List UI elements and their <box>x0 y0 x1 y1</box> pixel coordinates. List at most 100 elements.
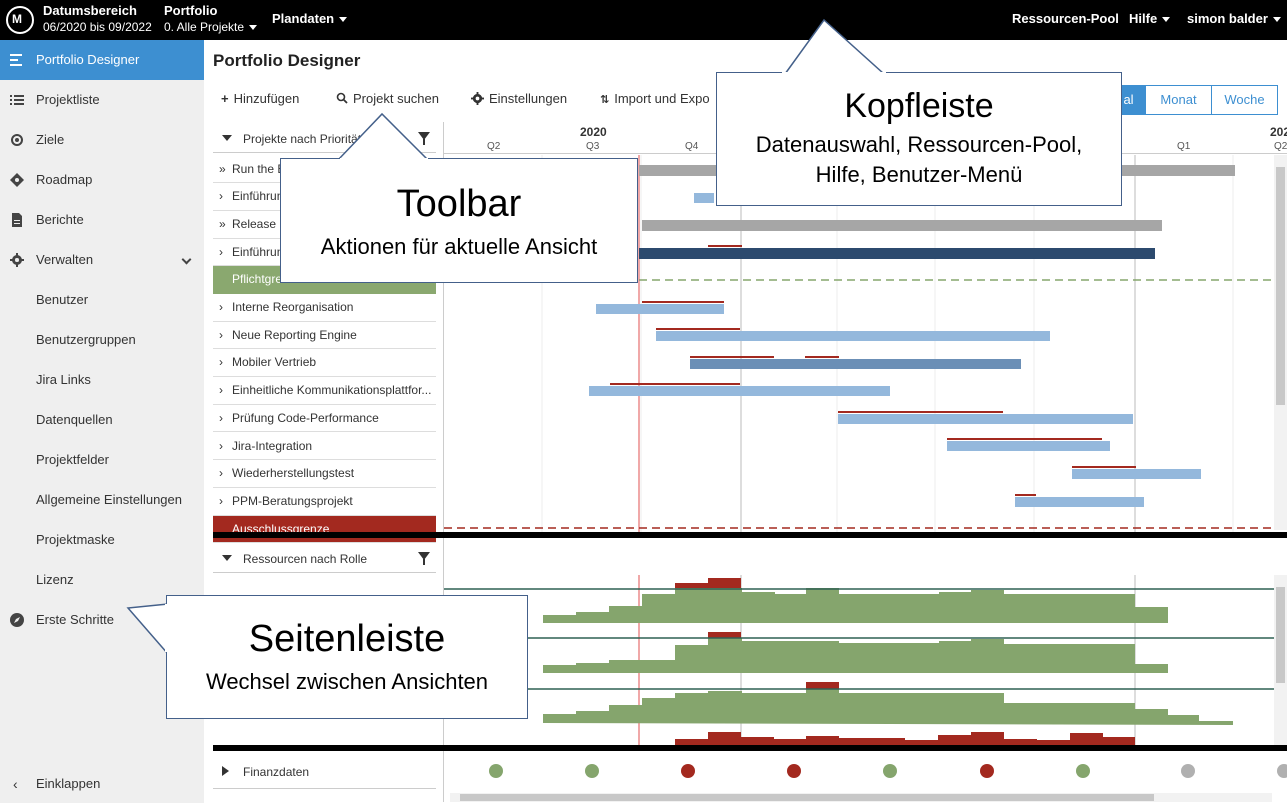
date-range-title: Datumsbereich <box>43 3 137 18</box>
pane-splitter[interactable] <box>213 532 1287 538</box>
double-chevron-right-icon[interactable]: » <box>219 211 226 238</box>
chevron-right-icon[interactable]: › <box>219 239 223 266</box>
user-name: simon balder <box>1187 11 1268 26</box>
finance-status-ok[interactable] <box>1076 764 1090 778</box>
chevron-right-icon[interactable]: › <box>219 322 223 349</box>
sidebar-item-allgemeine-einstellungen[interactable]: Allgemeine Einstellungen <box>0 480 204 520</box>
finance-status-none[interactable] <box>1181 764 1195 778</box>
gantt-bar-pruefung-code-performance[interactable] <box>838 414 1133 424</box>
sidebar-item-roadmap[interactable]: Roadmap <box>0 160 204 200</box>
gantt-bar-ppm-beratungsprojekt[interactable] <box>1015 497 1144 507</box>
horizontal-scrollbar-thumb[interactable] <box>460 794 1154 801</box>
sidebar-item-label: Erste Schritte <box>36 612 115 627</box>
chevron-right-icon[interactable]: › <box>219 405 223 432</box>
project-row[interactable]: › PPM-Beratungsprojekt <box>213 488 436 516</box>
chevron-right-icon[interactable]: › <box>219 349 223 376</box>
project-row[interactable]: › Prüfung Code-Performance <box>213 405 436 433</box>
project-row[interactable]: Ausschlussgrenze <box>213 515 436 544</box>
overload-marker <box>1015 494 1036 496</box>
user-menu[interactable]: simon balder <box>1187 11 1281 26</box>
project-row[interactable]: › Mobiler Vertrieb <box>213 349 436 378</box>
project-label: Wiederherstellungstest <box>232 466 355 481</box>
target-icon <box>11 134 23 146</box>
chevron-right-icon[interactable]: › <box>219 183 223 210</box>
sidebar-item-datenquellen[interactable]: Datenquellen <box>0 400 204 440</box>
sidebar-item-projektliste[interactable]: Projektliste <box>0 80 204 120</box>
add-button[interactable]: + Hinzufügen <box>221 91 299 106</box>
finance-status-warn[interactable] <box>980 764 994 778</box>
finance-status-ok[interactable] <box>585 764 599 778</box>
sidebar-item-benutzer[interactable]: Benutzer <box>0 280 204 320</box>
header-bar: M Datumsbereich 06/2020 bis 09/2022 Port… <box>0 0 1287 40</box>
gantt-bar-kommunikationsplattform[interactable] <box>589 386 890 396</box>
search-project-button[interactable]: Projekt suchen <box>336 91 439 106</box>
gantt-bar-neue-reporting-engine[interactable] <box>656 331 1050 341</box>
pane-splitter[interactable] <box>213 745 1287 751</box>
chevron-right-icon[interactable]: › <box>219 460 223 487</box>
gantt-bar-wiederherstellungstest[interactable] <box>1072 469 1201 479</box>
chevron-right-icon[interactable]: › <box>219 377 223 404</box>
gantt-bar-einfuehrung-1[interactable] <box>694 193 714 203</box>
chevron-down-icon <box>1162 17 1171 23</box>
sidebar-item-berichte[interactable]: Berichte <box>0 200 204 240</box>
sidebar-item-portfolio-designer[interactable]: Portfolio Designer <box>0 40 204 80</box>
project-label: Prüfung Code-Performance <box>232 410 379 425</box>
add-label: Hinzufügen <box>233 91 300 106</box>
hilfe-menu[interactable]: Hilfe <box>1129 11 1171 26</box>
overload-marker <box>1072 466 1136 468</box>
app-logo-icon[interactable]: M <box>6 6 34 34</box>
gantt-bar-interne-reorganisation[interactable] <box>596 304 724 314</box>
double-chevron-right-icon[interactable]: » <box>219 156 226 183</box>
chevron-down-icon <box>339 17 348 23</box>
date-range-selector[interactable]: Datumsbereich 06/2020 bis 09/2022 <box>43 3 152 35</box>
settings-button[interactable]: Einstellungen <box>471 91 567 106</box>
filter-icon[interactable] <box>418 552 430 565</box>
settings-label: Einstellungen <box>489 91 568 106</box>
gantt-bar-einfuehrung-2[interactable] <box>639 248 1155 259</box>
chevron-right-icon[interactable]: › <box>219 294 223 321</box>
sidebar-item-label: Benutzergruppen <box>36 332 136 347</box>
sidebar-item-label: Projektfelder <box>36 452 109 467</box>
plandaten-menu[interactable]: Plandaten <box>272 11 348 26</box>
resource-scrollbar-thumb[interactable] <box>1276 587 1285 683</box>
project-row[interactable]: › Einheitliche Kommunikationsplattfor... <box>213 377 436 405</box>
sidebar-item-lizenz[interactable]: Lizenz <box>0 560 204 600</box>
collapse-sidebar-button[interactable]: ‹ Einklappen <box>0 764 204 803</box>
sidebar-item-verwalten[interactable]: Verwalten <box>0 240 204 280</box>
import-export-button[interactable]: ⇅ Import und Expo <box>600 91 710 106</box>
sidebar-item-jira-links[interactable]: Jira Links <box>0 360 204 400</box>
chevron-right-icon[interactable]: › <box>219 433 223 460</box>
finance-status-ok[interactable] <box>489 764 503 778</box>
sidebar-item-label: Datenquellen <box>36 412 113 427</box>
triangle-right-icon[interactable] <box>222 766 229 776</box>
chevron-right-icon[interactable]: › <box>219 488 223 515</box>
finance-status-none[interactable] <box>1277 764 1287 778</box>
ressourcen-pool-link[interactable]: Ressourcen-Pool <box>1012 11 1119 26</box>
finance-status-warn[interactable] <box>787 764 801 778</box>
finance-status-warn[interactable] <box>681 764 695 778</box>
gantt-bar-release[interactable] <box>642 220 1162 231</box>
resources-header[interactable]: Ressourcen nach Rolle <box>213 543 436 573</box>
project-row[interactable]: › Wiederherstellungstest <box>213 460 436 488</box>
portfolio-selector[interactable]: Portfolio 0. Alle Projekte <box>164 3 258 35</box>
swap-arrows-icon: ⇅ <box>600 94 610 106</box>
gantt-scrollbar-thumb[interactable] <box>1276 167 1285 405</box>
finance-status-ok[interactable] <box>883 764 897 778</box>
sidebar-item-ziele[interactable]: Ziele <box>0 120 204 160</box>
compass-icon <box>10 613 24 627</box>
sidebar-item-projektfelder[interactable]: Projektfelder <box>0 440 204 480</box>
callout-title: Seitenleiste <box>248 618 446 660</box>
project-row[interactable]: › Interne Reorganisation <box>213 294 436 322</box>
axis-quarter: Q2 <box>487 141 501 152</box>
gantt-bar-mobiler-vertrieb[interactable] <box>690 359 1021 369</box>
view-monat-button[interactable]: Monat <box>1145 85 1212 115</box>
project-row[interactable]: › Neue Reporting Engine <box>213 322 436 350</box>
project-label: Mobiler Vertrieb <box>232 355 317 370</box>
sidebar-item-projektmaske[interactable]: Projektmaske <box>0 520 204 560</box>
sidebar-item-benutzergruppen[interactable]: Benutzergruppen <box>0 320 204 360</box>
project-row[interactable]: › Jira-Integration <box>213 433 436 461</box>
gantt-bar-jira-integration[interactable] <box>947 441 1110 451</box>
hilfe-label: Hilfe <box>1129 11 1158 26</box>
overload-marker <box>805 356 839 358</box>
view-woche-button[interactable]: Woche <box>1211 85 1278 115</box>
